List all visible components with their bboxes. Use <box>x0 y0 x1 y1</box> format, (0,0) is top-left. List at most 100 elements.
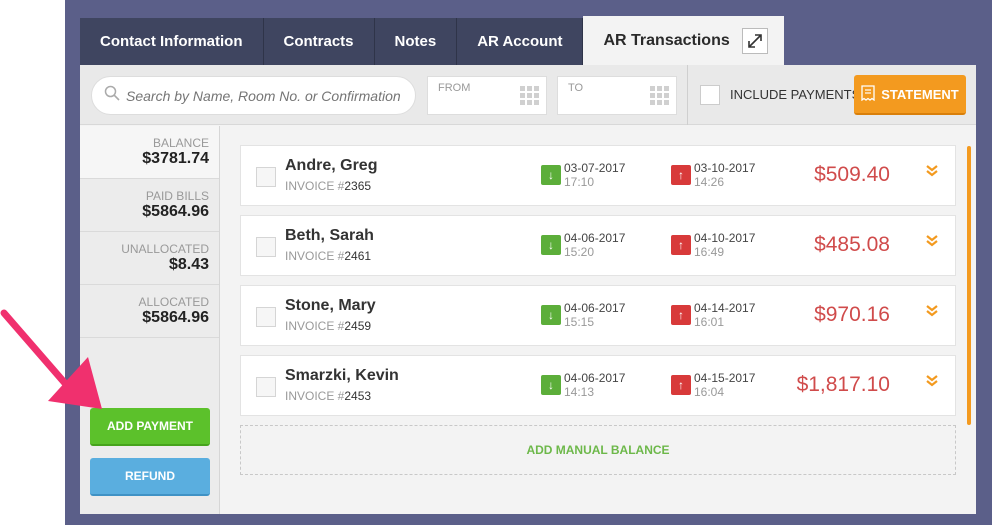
amount: $485.08 <box>814 233 890 256</box>
tab-contracts[interactable]: Contracts <box>263 18 375 65</box>
search-box[interactable] <box>91 76 416 115</box>
calendar-icon[interactable] <box>520 86 540 111</box>
amount: $1,817.10 <box>796 373 890 396</box>
guest-name: Beth, Sarah <box>285 227 374 244</box>
stat-value: $8.43 <box>168 256 209 273</box>
tab-label: Contracts <box>283 33 354 50</box>
search-icon <box>104 85 120 106</box>
add-manual-balance-button[interactable]: ADD MANUAL BALANCE <box>240 425 956 475</box>
from-date-field[interactable]: FROM <box>427 76 547 115</box>
add-manual-balance-label: ADD MANUAL BALANCE <box>526 443 670 457</box>
unallocated-stat: UNALLOCATED $8.43 <box>80 232 219 285</box>
transaction-row[interactable]: Smarzki, Kevin INVOICE #2453 ↓ 04-06-2017… <box>240 355 956 416</box>
transaction-row[interactable]: Andre, Greg INVOICE #2365 ↓ 03-07-2017 17:… <box>240 145 956 206</box>
invoice-label: INVOICE #2365 <box>285 179 371 193</box>
time-text: 16:01 <box>694 315 725 329</box>
date-text: 04-06-2017 <box>564 301 626 315</box>
time-text: 14:26 <box>694 175 725 189</box>
invoice-prefix: INVOICE # <box>285 389 345 403</box>
tab-ar-transactions[interactable]: AR Transactions <box>583 16 784 65</box>
add-payment-label: ADD PAYMENT <box>106 419 193 433</box>
stat-value: $5864.96 <box>142 203 209 220</box>
arrival-date: ↓ 03-07-2017 17:10 <box>541 161 625 189</box>
toolbar-divider <box>687 65 688 125</box>
stat-label: UNALLOCATED <box>121 242 209 256</box>
departure-date: ↑ 03-10-2017 14:26 <box>671 161 755 189</box>
arrival-arrow-icon: ↓ <box>541 235 561 255</box>
time-text: 16:04 <box>694 385 725 399</box>
expand-chevron-icon[interactable] <box>925 374 939 393</box>
invoice-number: 2459 <box>344 319 372 333</box>
invoice-number: 2453 <box>344 389 372 403</box>
include-payments-checkbox[interactable] <box>700 85 720 105</box>
time-text: 15:15 <box>564 315 595 329</box>
tab-label: Notes <box>394 33 437 50</box>
ar-transactions-panel: FROM TO INCLUDE PAYMENTS STATEMENT BALAN… <box>80 65 976 514</box>
to-label: TO <box>568 82 584 94</box>
tab-bar: Contact Information Contracts Notes AR A… <box>80 16 784 65</box>
balance-stat: BALANCE $3781.74 <box>80 126 219 179</box>
arrival-date: ↓ 04-06-2017 15:20 <box>541 231 625 259</box>
to-date-field[interactable]: TO <box>557 76 677 115</box>
transaction-row[interactable]: Beth, Sarah INVOICE #2461 ↓ 04-06-2017 15:… <box>240 215 956 276</box>
tab-ar-account[interactable]: AR Account <box>457 18 584 65</box>
departure-date: ↑ 04-15-2017 16:04 <box>671 371 755 399</box>
date-text: 04-15-2017 <box>694 371 756 385</box>
tab-notes[interactable]: Notes <box>374 18 458 65</box>
expand-chevron-icon[interactable] <box>925 234 939 253</box>
calendar-icon[interactable] <box>650 86 670 111</box>
stat-label: BALANCE <box>152 136 209 150</box>
date-text: 04-06-2017 <box>564 371 626 385</box>
departure-date: ↑ 04-10-2017 16:49 <box>671 231 755 259</box>
refund-button[interactable]: REFUND <box>90 458 210 496</box>
scrollbar[interactable] <box>967 146 971 425</box>
guest-name: Smarzki, Kevin <box>285 367 399 384</box>
departure-arrow-icon: ↑ <box>671 235 691 255</box>
stat-label: PAID BILLS <box>145 189 209 203</box>
amount: $509.40 <box>814 163 890 186</box>
time-text: 15:20 <box>564 245 595 259</box>
arrival-arrow-icon: ↓ <box>541 375 561 395</box>
date-text: 03-10-2017 <box>694 161 756 175</box>
arrival-date: ↓ 04-06-2017 15:15 <box>541 301 625 329</box>
from-label: FROM <box>438 82 471 94</box>
receipt-icon <box>861 84 875 104</box>
departure-arrow-icon: ↑ <box>671 165 691 185</box>
date-text: 03-07-2017 <box>564 161 626 175</box>
date-text: 04-10-2017 <box>694 231 756 245</box>
departure-arrow-icon: ↑ <box>671 305 691 325</box>
invoice-prefix: INVOICE # <box>285 179 345 193</box>
transaction-row[interactable]: Stone, Mary INVOICE #2459 ↓ 04-06-2017 15:… <box>240 285 956 346</box>
row-checkbox[interactable] <box>256 167 276 187</box>
row-checkbox[interactable] <box>256 307 276 327</box>
arrival-arrow-icon: ↓ <box>541 305 561 325</box>
invoice-label: INVOICE #2459 <box>285 319 371 333</box>
amount: $970.16 <box>814 303 890 326</box>
invoice-label: INVOICE #2453 <box>285 389 371 403</box>
departure-date: ↑ 04-14-2017 16:01 <box>671 301 755 329</box>
tab-label: AR Account <box>477 33 563 50</box>
invoice-prefix: INVOICE # <box>285 319 345 333</box>
transaction-list: Andre, Greg INVOICE #2365 ↓ 03-07-2017 17:… <box>240 145 956 475</box>
tab-contact-information[interactable]: Contact Information <box>80 18 264 65</box>
invoice-number: 2461 <box>344 249 372 263</box>
include-payments-label: INCLUDE PAYMENTS <box>730 87 861 102</box>
date-text: 04-14-2017 <box>694 301 756 315</box>
expand-chevron-icon[interactable] <box>925 304 939 323</box>
arrival-arrow-icon: ↓ <box>541 165 561 185</box>
row-checkbox[interactable] <box>256 237 276 257</box>
statement-button[interactable]: STATEMENT <box>854 75 966 115</box>
refund-label: REFUND <box>125 469 175 483</box>
filter-toolbar: FROM TO INCLUDE PAYMENTS STATEMENT <box>80 65 976 125</box>
time-text: 17:10 <box>564 175 595 189</box>
expand-chevron-icon[interactable] <box>925 164 939 183</box>
tab-label: AR Transactions <box>603 31 730 49</box>
invoice-label: INVOICE #2461 <box>285 249 371 263</box>
expand-icon[interactable] <box>741 27 768 54</box>
time-text: 14:13 <box>564 385 595 399</box>
search-input[interactable] <box>126 87 406 104</box>
time-text: 16:49 <box>694 245 725 259</box>
date-text: 04-06-2017 <box>564 231 626 245</box>
guest-name: Stone, Mary <box>285 297 376 314</box>
row-checkbox[interactable] <box>256 377 276 397</box>
